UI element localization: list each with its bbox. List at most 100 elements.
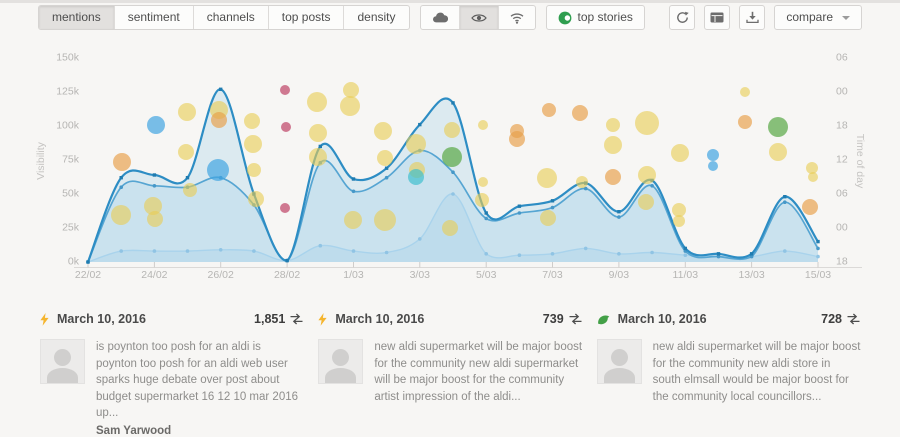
wifi-icon (510, 12, 524, 24)
y-tick-label-left: 25k (62, 222, 80, 234)
marker-visibility-main (617, 210, 620, 213)
story-bubble[interactable] (672, 203, 686, 217)
download-button[interactable] (739, 5, 765, 30)
marker-visibility-tertiary (385, 251, 389, 255)
tab-density[interactable]: density (343, 6, 408, 29)
story-bubble[interactable] (638, 166, 656, 184)
story-bubble[interactable] (444, 122, 460, 138)
marker-visibility-secondary (518, 211, 522, 215)
story-bubble[interactable] (309, 124, 327, 142)
story-bubble[interactable] (537, 168, 557, 188)
y-axis-title-left: Visibility (35, 141, 47, 179)
story-bubble[interactable] (340, 96, 360, 116)
marker-visibility-tertiary (418, 237, 422, 241)
tab-channels[interactable]: channels (193, 6, 268, 29)
story-card[interactable]: March 10, 2016 739 new aldi supermarket … (318, 312, 582, 437)
story-bubble[interactable] (740, 87, 750, 97)
story-bubble[interactable] (211, 112, 227, 128)
story-bubble[interactable] (377, 150, 393, 166)
story-bubble[interactable] (638, 194, 654, 210)
marker-visibility-secondary (617, 215, 621, 219)
marker-visibility-tertiary (717, 255, 721, 259)
story-bubble[interactable] (768, 117, 788, 137)
marker-visibility-secondary (352, 190, 356, 194)
story-bubble[interactable] (247, 163, 261, 177)
marker-visibility-secondary (153, 184, 157, 188)
tab-mentions[interactable]: mentions (39, 6, 114, 29)
story-bubble[interactable] (280, 85, 290, 95)
story-bubble[interactable] (343, 82, 359, 98)
story-bubble[interactable] (478, 120, 488, 130)
story-card[interactable]: March 10, 2016 1,851 is poynton too posh… (40, 312, 304, 437)
story-bubble[interactable] (406, 134, 426, 154)
story-bubble[interactable] (244, 135, 262, 153)
story-bubble[interactable] (808, 172, 818, 182)
story-bubble[interactable] (183, 183, 197, 197)
story-bubble[interactable] (572, 105, 588, 121)
story-bubble[interactable] (307, 92, 327, 112)
story-bubble[interactable] (708, 161, 718, 171)
chevron-down-icon (842, 16, 850, 20)
story-bubble[interactable] (374, 122, 392, 140)
view-mode-group (420, 5, 536, 30)
story-bubble[interactable] (606, 118, 620, 132)
story-bubble[interactable] (147, 116, 165, 134)
marker-visibility-tertiary (119, 249, 123, 253)
story-card-header: March 10, 2016 739 (318, 312, 582, 339)
story-bubble[interactable] (178, 103, 196, 121)
marker-visibility-tertiary (252, 249, 256, 253)
story-bubble[interactable] (244, 113, 260, 129)
story-bubble[interactable] (113, 153, 131, 171)
story-bubble[interactable] (478, 177, 488, 187)
story-bubble[interactable] (671, 144, 689, 162)
story-bubble[interactable] (281, 122, 291, 132)
refresh-button[interactable] (669, 5, 695, 30)
marker-visibility-tertiary (617, 252, 621, 256)
story-bubble[interactable] (738, 115, 752, 129)
story-bubble[interactable] (604, 136, 622, 154)
view-signal-button[interactable] (498, 6, 535, 29)
top-stories-toggle[interactable]: top stories (546, 5, 645, 30)
x-tick-label: 26/02 (208, 269, 234, 281)
story-bubble[interactable] (576, 176, 588, 188)
story-bubble[interactable] (442, 147, 462, 167)
story-bubble[interactable] (802, 199, 818, 215)
y-tick-label-right: 00 (836, 86, 848, 98)
story-bubble[interactable] (408, 169, 424, 185)
story-bubble[interactable] (769, 143, 787, 161)
story-bubble[interactable] (344, 211, 362, 229)
toolbar-right: compare (669, 5, 862, 30)
story-bubble[interactable] (707, 149, 719, 161)
story-bubble[interactable] (207, 159, 229, 181)
avatar (597, 339, 642, 384)
story-bubble[interactable] (635, 111, 659, 135)
story-bubble[interactable] (309, 148, 327, 166)
story-bubble[interactable] (475, 193, 489, 207)
marker-visibility-main (518, 205, 521, 208)
story-bubble[interactable] (111, 205, 131, 225)
story-bubble[interactable] (147, 211, 163, 227)
y-tick-label-right: 00 (836, 222, 848, 234)
story-bubble[interactable] (248, 191, 264, 207)
tab-sentiment[interactable]: sentiment (114, 6, 193, 29)
table-button[interactable] (704, 5, 730, 30)
compare-dropdown[interactable]: compare (774, 5, 862, 30)
cloud-icon (432, 12, 448, 23)
marker-visibility-tertiary (285, 259, 289, 263)
view-bubbles-button[interactable] (459, 6, 498, 29)
view-cloud-button[interactable] (421, 6, 459, 29)
story-bubble[interactable] (178, 144, 194, 160)
story-bubble[interactable] (542, 103, 556, 117)
story-bubble[interactable] (442, 220, 458, 236)
story-bubble[interactable] (374, 209, 396, 231)
story-bubble[interactable] (540, 210, 556, 226)
marker-visibility-secondary (783, 200, 787, 204)
story-card[interactable]: March 10, 2016 728 new aldi supermarket … (597, 312, 861, 437)
story-bubble[interactable] (280, 203, 290, 213)
x-tick-label: 9/03 (609, 269, 630, 281)
tab-top-posts[interactable]: top posts (268, 6, 344, 29)
story-bubble[interactable] (605, 169, 621, 185)
story-bubble[interactable] (673, 215, 685, 227)
story-bubble[interactable] (509, 131, 525, 147)
retweet-icon (846, 313, 861, 325)
